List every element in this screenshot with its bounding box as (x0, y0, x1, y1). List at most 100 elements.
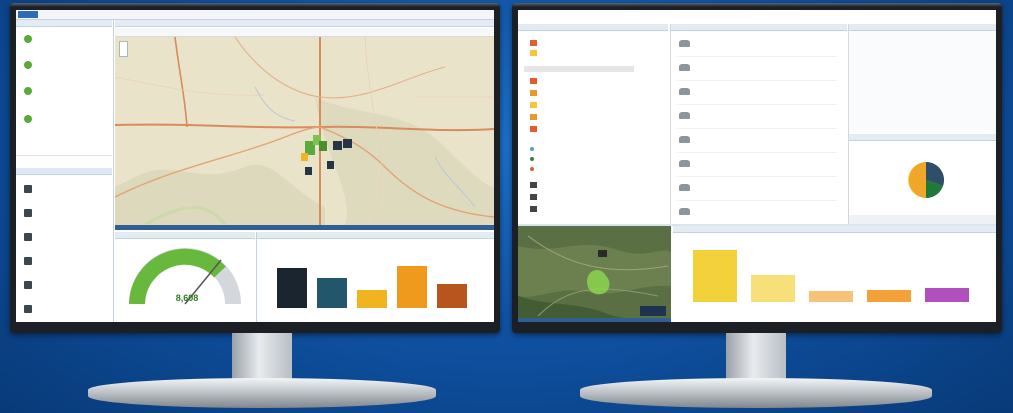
vehicle-icon (679, 88, 690, 95)
bar-4 (397, 266, 427, 308)
feed-item[interactable] (677, 58, 837, 81)
bezel (10, 3, 500, 7)
map-roads (115, 37, 494, 225)
status-icon (24, 115, 32, 123)
building-icon (24, 257, 32, 265)
right-screen (518, 10, 996, 322)
satellite-map[interactable] (518, 226, 671, 322)
right-stand-foot (580, 378, 932, 408)
feed-item[interactable] (677, 154, 837, 177)
left-monitor: 8,608 (10, 3, 500, 333)
right-monitor (512, 3, 1002, 333)
left-screen: 8,608 (16, 10, 494, 322)
building-icon (24, 209, 32, 217)
legend-row (530, 206, 540, 214)
building-icon (24, 305, 32, 313)
list-item[interactable] (18, 276, 110, 296)
bar-5 (925, 288, 969, 302)
gauge-panel-header (115, 232, 255, 239)
list-item[interactable] (18, 252, 110, 272)
barchart-panel-header (257, 232, 494, 239)
list-item[interactable] (18, 300, 110, 320)
list-item[interactable] (18, 56, 110, 76)
info-panel-empty (849, 32, 996, 132)
legend-row (530, 40, 540, 48)
map-statusbar (115, 225, 494, 230)
left-panel-header (16, 20, 112, 27)
barchart-panel-header (673, 226, 996, 233)
legend-swatch (530, 182, 537, 188)
vehicle-icon (679, 208, 690, 215)
pie-panel-header (849, 134, 996, 141)
vehicle-icon (679, 40, 690, 47)
panel-separator (670, 24, 671, 224)
legend-swatch (530, 166, 534, 171)
legend-swatch (530, 78, 537, 84)
legend-row (530, 194, 540, 202)
map-toolbar (115, 28, 494, 37)
info-panel-header (849, 24, 996, 31)
building-icon (24, 281, 32, 289)
vehicle-icon (679, 160, 690, 167)
feed-item[interactable] (677, 130, 837, 153)
feed-item[interactable] (677, 82, 837, 105)
building-icon (24, 233, 32, 241)
bar-4 (867, 290, 911, 302)
feed-item[interactable] (677, 202, 837, 225)
legend-row (530, 114, 540, 122)
bar-2 (751, 275, 795, 302)
legend-row (530, 126, 540, 134)
bar-3 (809, 291, 853, 302)
map-zoom-control[interactable] (119, 41, 128, 57)
legend-swatch (530, 146, 534, 151)
legend-swatch (530, 194, 537, 200)
gauge-widget: 8,608 (115, 240, 255, 322)
bar-2 (317, 278, 347, 308)
feed-panel-header (671, 24, 847, 31)
vehicle-icon (679, 112, 690, 119)
map-panel-header (115, 20, 494, 27)
left-panel-subheader (16, 168, 112, 175)
feed-item[interactable] (677, 34, 837, 57)
app-titlebar (16, 10, 494, 20)
list-item[interactable] (18, 204, 110, 224)
map-scale-badge (640, 306, 666, 316)
status-icon (24, 35, 32, 43)
legend-row (530, 102, 540, 110)
app-logo (18, 11, 38, 18)
legend-swatch (530, 40, 537, 46)
bar-1 (693, 250, 737, 302)
legend-row (530, 156, 537, 164)
legend-row (530, 90, 540, 98)
feed-item[interactable] (677, 178, 837, 201)
legend-swatch (530, 114, 537, 120)
pie-chart (908, 161, 945, 199)
legend-row (530, 166, 537, 174)
status-icon (24, 61, 32, 69)
vehicle-icon (679, 184, 690, 191)
vehicle-icon (679, 136, 690, 143)
info-panel-footer (849, 215, 996, 224)
list-item[interactable] (18, 82, 110, 102)
legend-panel-header (518, 24, 668, 31)
map-view[interactable] (115, 37, 494, 225)
feed-item[interactable] (677, 106, 837, 129)
bar-1 (277, 268, 307, 308)
bar-3 (357, 290, 387, 308)
gauge-dial (129, 248, 241, 305)
legend-swatch (530, 126, 537, 132)
legend-row (530, 50, 540, 58)
list-item[interactable] (18, 228, 110, 248)
list-item[interactable] (18, 110, 110, 130)
vehicle-icon (679, 64, 690, 71)
list-item[interactable] (18, 180, 110, 200)
legend-row (530, 78, 540, 86)
legend-row (530, 182, 540, 190)
legend-swatch (530, 206, 537, 212)
list-item[interactable] (18, 30, 110, 50)
divider (16, 155, 112, 156)
panel-separator (113, 20, 114, 322)
legend-swatch (530, 156, 534, 161)
satellite-map-statusbar (518, 318, 671, 322)
bar-5 (437, 284, 467, 308)
